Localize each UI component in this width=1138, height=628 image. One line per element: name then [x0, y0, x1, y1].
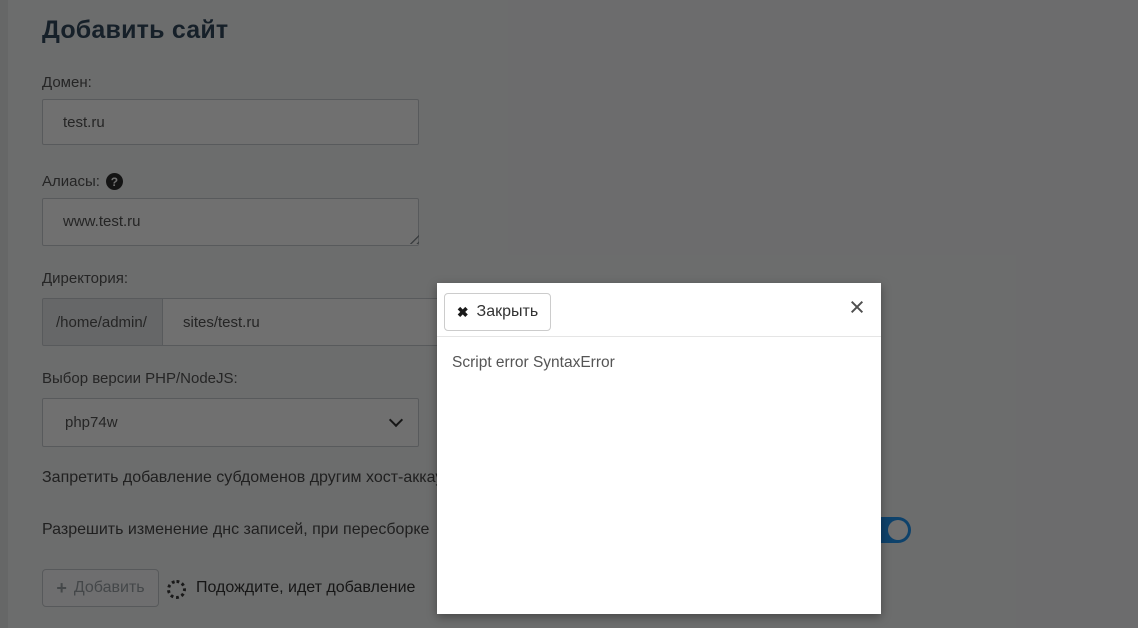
app-screen: Добавить сайт Домен: Алиасы: ? www.test.…: [0, 0, 1138, 628]
modal-body: Script error SyntaxError: [437, 337, 881, 389]
close-x-icon: ✖: [456, 303, 469, 320]
error-message-text: Script error SyntaxError: [452, 354, 615, 371]
modal-close-button-label: Закрыть: [476, 303, 539, 320]
modal-corner-close-icon[interactable]: ×: [843, 292, 871, 324]
modal-close-button[interactable]: ✖ Закрыть: [444, 293, 551, 331]
modal-header: ✖ Закрыть ×: [437, 283, 881, 337]
error-modal: ✖ Закрыть × Script error SyntaxError: [437, 283, 881, 614]
